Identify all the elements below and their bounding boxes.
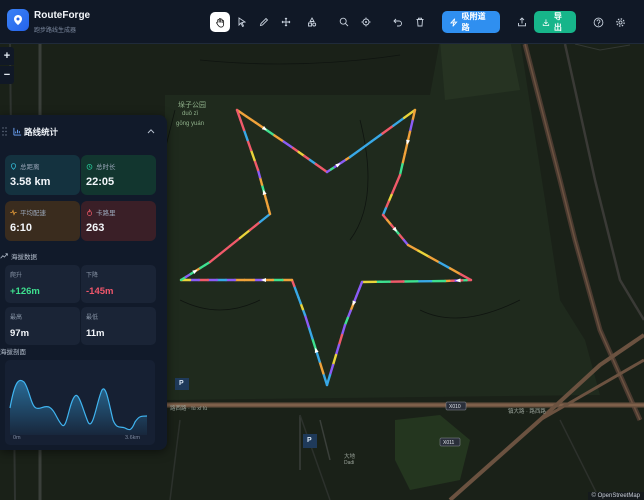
elevation-loss-card: 下降 -145m — [81, 265, 156, 303]
park-label-pinyin: duǒ zǐ — [182, 111, 199, 117]
elevation-profile-chart: 0m 3.6km — [5, 360, 155, 445]
map-attribution[interactable]: © OpenStreetMap — [587, 492, 644, 500]
road-shield-label-x011: X011 — [443, 440, 455, 446]
app-subtitle: 跑步路线生成器 — [34, 28, 77, 34]
top-toolbar: RouteForge 跑步路线生成器 吸附道路 导出 — [0, 0, 644, 44]
elevation-gain-card: 爬升 +126m — [5, 265, 80, 303]
park-label-pinyin-2: gōng yuán — [176, 121, 205, 127]
wooded-area — [440, 40, 520, 100]
delete-button[interactable] — [410, 12, 430, 32]
stat-value-distance: 3.58 km — [10, 176, 51, 188]
route-stats-panel: 路线统计 总距离 3.58 km 总时长 22:05 平均配速 6:10 卡路里… — [0, 115, 167, 450]
select-tool-button[interactable] — [232, 12, 252, 32]
map-pin-icon — [11, 162, 16, 170]
pointer-icon — [238, 17, 247, 27]
stat-card-pace: 平均配速 6:10 — [5, 201, 80, 241]
pen-icon — [259, 17, 269, 27]
profile-start-label: 0m — [13, 435, 21, 441]
gear-icon — [615, 17, 625, 27]
hand-tool-button[interactable] — [210, 12, 230, 32]
profile-title: 海拔剖面 — [0, 349, 26, 356]
move-tool-button[interactable] — [276, 12, 296, 32]
elevation-gain-value: +126m — [10, 286, 40, 297]
stat-label-calories: 卡路里 — [96, 210, 116, 217]
undo-button[interactable] — [388, 12, 408, 32]
hand-icon — [215, 17, 224, 27]
trend-icon — [0, 253, 8, 259]
elevation-title: 海拔数据 — [11, 254, 37, 261]
shapes-icon — [308, 17, 317, 27]
place-label: 大地 — [344, 454, 356, 460]
road-label-east: 镇大路 · 路西路 — [508, 409, 546, 415]
locate-button[interactable] — [356, 12, 376, 32]
flame-icon — [87, 208, 92, 216]
zoom-out-button[interactable]: − — [0, 66, 14, 84]
stat-value-calories: 263 — [86, 222, 105, 234]
export-label: 导出 — [553, 12, 562, 32]
zoom-in-button[interactable]: + — [0, 47, 14, 65]
app-logo — [7, 9, 29, 31]
panel-title: 路线统计 — [24, 127, 59, 137]
chart-icon — [13, 127, 22, 136]
timer-icon — [86, 163, 93, 170]
search-icon — [339, 17, 349, 27]
elevation-min-value: 11m — [86, 328, 105, 339]
map-pin-icon — [14, 15, 22, 25]
park-label: 垛子公园 — [178, 102, 206, 109]
parking-label: P — [179, 380, 184, 387]
stat-card-distance: 总距离 3.58 km — [5, 155, 80, 195]
target-icon — [361, 17, 371, 27]
elevation-min-label: 最低 — [86, 315, 99, 321]
place-label-pinyin: Dadi — [344, 460, 355, 466]
help-button[interactable] — [588, 12, 608, 32]
upload-icon — [518, 17, 526, 27]
undo-icon — [393, 18, 402, 27]
stat-value-duration: 22:05 — [86, 176, 115, 188]
elevation-loss-label: 下降 — [86, 273, 99, 279]
parking-label-2: P — [307, 437, 312, 444]
road-shield-label-x010: X010 — [449, 404, 461, 410]
settings-button[interactable] — [610, 12, 630, 32]
stat-label-distance: 总距离 — [20, 164, 40, 171]
chevron-up-icon[interactable] — [147, 128, 155, 134]
snap-to-road-label: 吸附道路 — [461, 12, 486, 32]
stat-label-duration: 总时长 — [96, 164, 116, 171]
elevation-section-title: 海拔数据 — [0, 251, 37, 261]
stat-card-calories: 卡路里 263 — [81, 201, 156, 241]
stat-card-duration: 总时长 22:05 — [81, 155, 156, 195]
profile-area — [10, 380, 147, 435]
download-icon — [542, 18, 550, 26]
stat-label-pace: 平均配速 — [20, 210, 46, 217]
share-button[interactable] — [512, 12, 532, 32]
search-button[interactable] — [334, 12, 354, 32]
pulse-icon — [10, 208, 17, 216]
drag-handle-icon[interactable] — [2, 127, 7, 136]
elevation-max-label: 最高 — [10, 315, 23, 321]
lightning-icon — [450, 17, 458, 27]
stat-value-pace: 6:10 — [10, 222, 33, 234]
app-title: RouteForge — [34, 10, 91, 21]
help-icon — [593, 17, 603, 27]
snap-to-road-button[interactable]: 吸附道路 — [442, 11, 500, 33]
elevation-max-value: 97m — [10, 328, 30, 339]
elevation-loss-value: -145m — [86, 286, 114, 297]
move-icon — [281, 17, 291, 27]
draw-tool-button[interactable] — [254, 12, 274, 32]
profile-section-title: 海拔剖面 — [0, 346, 26, 356]
elevation-gain-label: 爬升 — [10, 273, 23, 279]
shapes-tool-button[interactable] — [302, 12, 322, 32]
profile-end-label: 3.6km — [125, 435, 140, 441]
elevation-min-card: 最低 11m — [81, 307, 156, 345]
export-button[interactable]: 导出 — [534, 11, 576, 33]
trash-icon — [416, 17, 424, 27]
road-label: 路西路 · lù xī lù — [170, 406, 208, 412]
elevation-profile-graph — [9, 379, 148, 435]
elevation-max-card: 最高 97m — [5, 307, 80, 345]
